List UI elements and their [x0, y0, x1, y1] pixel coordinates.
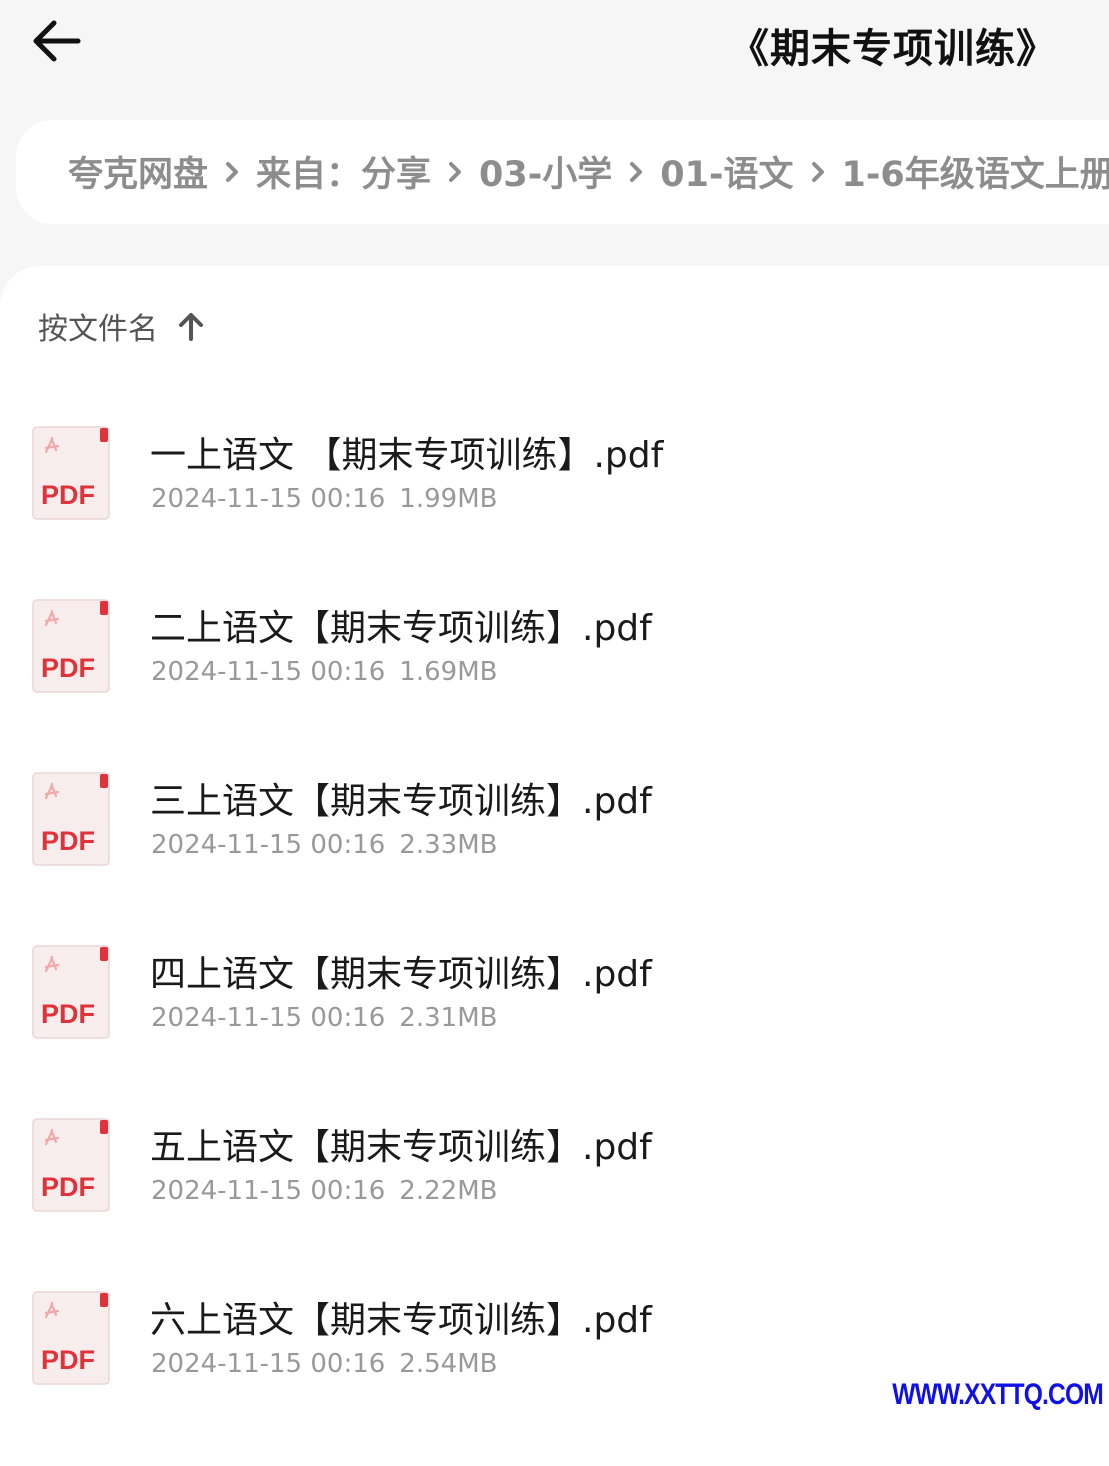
watermark: WWW.XXTTQ.COM: [892, 1378, 1103, 1412]
breadcrumb-item-primary[interactable]: 03-小学: [479, 146, 612, 197]
breadcrumb-item-grades[interactable]: 1-6年级语文上册: [842, 146, 1109, 197]
pdf-file-icon: PDF: [32, 426, 110, 520]
pdf-badge: PDF: [41, 480, 95, 510]
file-meta: 2024-11-15 00:16 2.31MB: [151, 1003, 497, 1033]
breadcrumb-item-root[interactable]: 夸克网盘: [68, 146, 208, 197]
pdf-badge: PDF: [41, 1345, 95, 1375]
pdf-file-icon: PDF: [32, 772, 110, 866]
file-date: 2024-11-15 00:16: [151, 1176, 385, 1206]
file-date: 2024-11-15 00:16: [151, 830, 385, 860]
breadcrumb-item-share[interactable]: 来自：分享: [256, 146, 431, 197]
pdf-badge: PDF: [41, 1172, 95, 1202]
breadcrumb-item-chinese[interactable]: 01-语文: [660, 146, 793, 197]
sort-label: 按文件名: [38, 304, 158, 348]
pdf-file-icon: PDF: [32, 599, 110, 693]
file-date: 2024-11-15 00:16: [151, 484, 385, 514]
file-row[interactable]: PDF 二上语文【期末专项训练】.pdf 2024-11-15 00:16 1.6…: [0, 569, 1109, 742]
top-bar: 《期末专项训练》: [0, 0, 1109, 100]
pdf-badge: PDF: [41, 999, 95, 1029]
pdf-file-icon: PDF: [32, 1291, 110, 1385]
file-date: 2024-11-15 00:16: [151, 1003, 385, 1033]
file-size: 2.33MB: [399, 830, 497, 860]
file-size: 2.54MB: [399, 1349, 497, 1379]
file-size: 2.31MB: [399, 1003, 497, 1033]
file-name: 六上语文【期末专项训练】.pdf: [150, 1291, 652, 1343]
file-size: 1.99MB: [399, 484, 497, 514]
file-meta: 2024-11-15 00:16 2.54MB: [151, 1349, 497, 1379]
sort-button[interactable]: 按文件名: [38, 304, 204, 348]
file-meta: 2024-11-15 00:16 1.69MB: [151, 657, 497, 687]
file-date: 2024-11-15 00:16: [151, 657, 385, 687]
file-date: 2024-11-15 00:16: [151, 1349, 385, 1379]
arrow-up-icon: [178, 311, 204, 341]
chevron-right-icon: [431, 160, 479, 184]
file-meta: 2024-11-15 00:16 2.33MB: [151, 830, 497, 860]
chevron-right-icon: [208, 160, 256, 184]
pdf-badge: PDF: [41, 826, 95, 856]
file-name: 一上语文 【期末专项训练】.pdf: [150, 426, 663, 478]
file-meta: 2024-11-15 00:16 1.99MB: [151, 484, 497, 514]
file-size: 1.69MB: [399, 657, 497, 687]
file-row[interactable]: PDF 一上语文 【期末专项训练】.pdf 2024-11-15 00:16 1.…: [0, 396, 1109, 569]
file-name: 五上语文【期末专项训练】.pdf: [150, 1118, 652, 1170]
chevron-right-icon: [612, 160, 660, 184]
file-name: 四上语文【期末专项训练】.pdf: [150, 945, 652, 997]
file-list: PDF 一上语文 【期末专项训练】.pdf 2024-11-15 00:16 1.…: [0, 396, 1109, 1434]
file-row[interactable]: PDF 五上语文【期末专项训练】.pdf 2024-11-15 00:16 2.2…: [0, 1088, 1109, 1261]
pdf-file-icon: PDF: [32, 1118, 110, 1212]
arrow-left-icon: [30, 19, 82, 63]
file-row[interactable]: PDF 四上语文【期末专项训练】.pdf 2024-11-15 00:16 2.3…: [0, 915, 1109, 1088]
file-name: 三上语文【期末专项训练】.pdf: [150, 772, 652, 824]
chevron-right-icon: [794, 160, 842, 184]
back-button[interactable]: [24, 12, 88, 70]
file-meta: 2024-11-15 00:16 2.22MB: [151, 1176, 497, 1206]
breadcrumb: 夸克网盘 来自：分享 03-小学 01-语文 1-6年级语文上册: [16, 120, 1109, 224]
page-title: 《期末专项训练》: [729, 16, 1057, 74]
breadcrumb-track: 夸克网盘 来自：分享 03-小学 01-语文 1-6年级语文上册: [68, 146, 1109, 197]
pdf-badge: PDF: [41, 653, 95, 683]
file-size: 2.22MB: [399, 1176, 497, 1206]
file-name: 二上语文【期末专项训练】.pdf: [150, 599, 652, 651]
pdf-file-icon: PDF: [32, 945, 110, 1039]
file-panel: 按文件名 PDF 一上语文 【期末专项训练】.pdf 2024-11-15 00…: [0, 266, 1109, 1466]
file-row[interactable]: PDF 三上语文【期末专项训练】.pdf 2024-11-15 00:16 2.3…: [0, 742, 1109, 915]
